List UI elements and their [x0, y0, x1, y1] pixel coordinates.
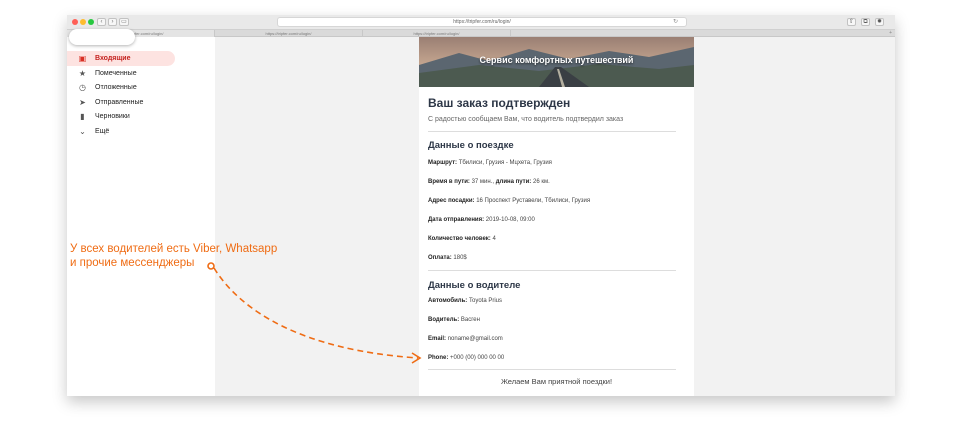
annotation-dashed-curve	[213, 267, 419, 359]
annotation-arrowhead-icon	[411, 352, 422, 364]
annotation-anchor-dot	[207, 262, 215, 270]
annotation-arrow	[207, 262, 422, 364]
